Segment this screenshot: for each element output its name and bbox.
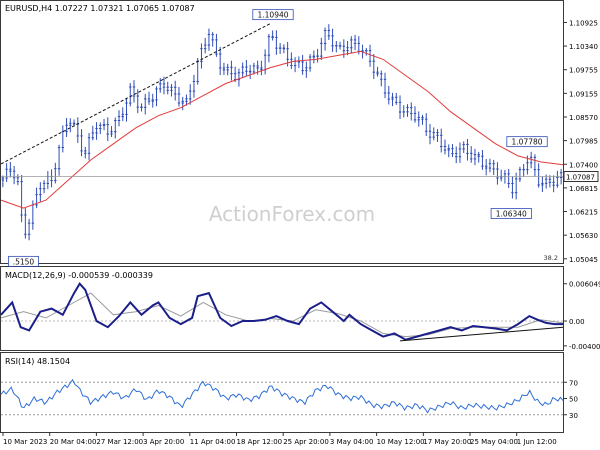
price-y-tick-label: 1.07400 [569,161,598,169]
price-annotation-label: 1.07780 [512,138,543,147]
x-tick-label: 3 Apr 20:00 [143,438,184,446]
x-tick-label: 11 Apr 04:00 [190,438,236,446]
x-tick-label: 10 Mar 2023 [3,438,47,446]
price-y-tick-label: 1.07985 [569,138,598,146]
watermark: ActionForex.com [209,202,375,226]
x-tick-label: 25 May 04:00 [470,438,518,446]
rsi-y-tick-label: 30 [569,412,578,420]
x-tick-label: 3 May 04:00 [330,438,374,446]
price-y-tick-label: 1.10925 [569,19,598,27]
rsi-y-tick-label: 70 [569,379,578,387]
price-y-tick-label: 1.06215 [569,209,598,217]
chart-root: EURUSD,H4 1.07227 1.07321 1.07065 1.0708… [0,0,600,446]
corner-label: 38.2 [544,254,558,262]
x-tick-label: 17 May 20:00 [423,438,471,446]
price-y-tick-label: 1.09155 [569,90,598,98]
x-tick-label: 20 Mar 04:00 [50,438,97,446]
rsi-y-tick-label: 50 [569,396,578,404]
rsi-panel-title: RSI(14) 48.1504 [5,357,70,366]
price-y-tick-label: 1.10340 [569,43,598,51]
price-y-tick-label: 1.05045 [569,256,598,264]
x-tick-label: 18 Apr 12:00 [237,438,283,446]
price-y-tick-label: 1.08570 [569,114,598,122]
price-y-tick-label: 1.09755 [569,67,598,75]
rsi-panel-frame [0,352,564,433]
x-tick-label: 27 Mar 12:00 [96,438,143,446]
price-y-tick-label: 1.05630 [569,232,598,240]
macd-panel-title: MACD(12,26,9) -0.000539 -0.000339 [5,271,153,280]
price-annotation-label: 1.10940 [258,11,289,20]
current-price-label: 1.07087 [566,174,595,182]
x-tick-label: 10 May 12:00 [377,438,425,446]
price-annotation-label: 1.06340 [496,210,527,219]
x-tick-label: 1 Jun 12:00 [517,438,557,446]
price-y-tick-label: 1.06815 [569,185,598,193]
macd-y-tick-label: 0.006049 [569,281,600,289]
x-tick-label: 25 Apr 20:00 [283,438,329,446]
macd-y-tick-label: -0.004005 [569,343,600,351]
price-annotation-label: .5150 [13,257,35,266]
price-panel-title: EURUSD,H4 1.07227 1.07321 1.07065 1.0708… [5,4,195,13]
macd-y-tick-label: 0.00 [569,318,585,326]
